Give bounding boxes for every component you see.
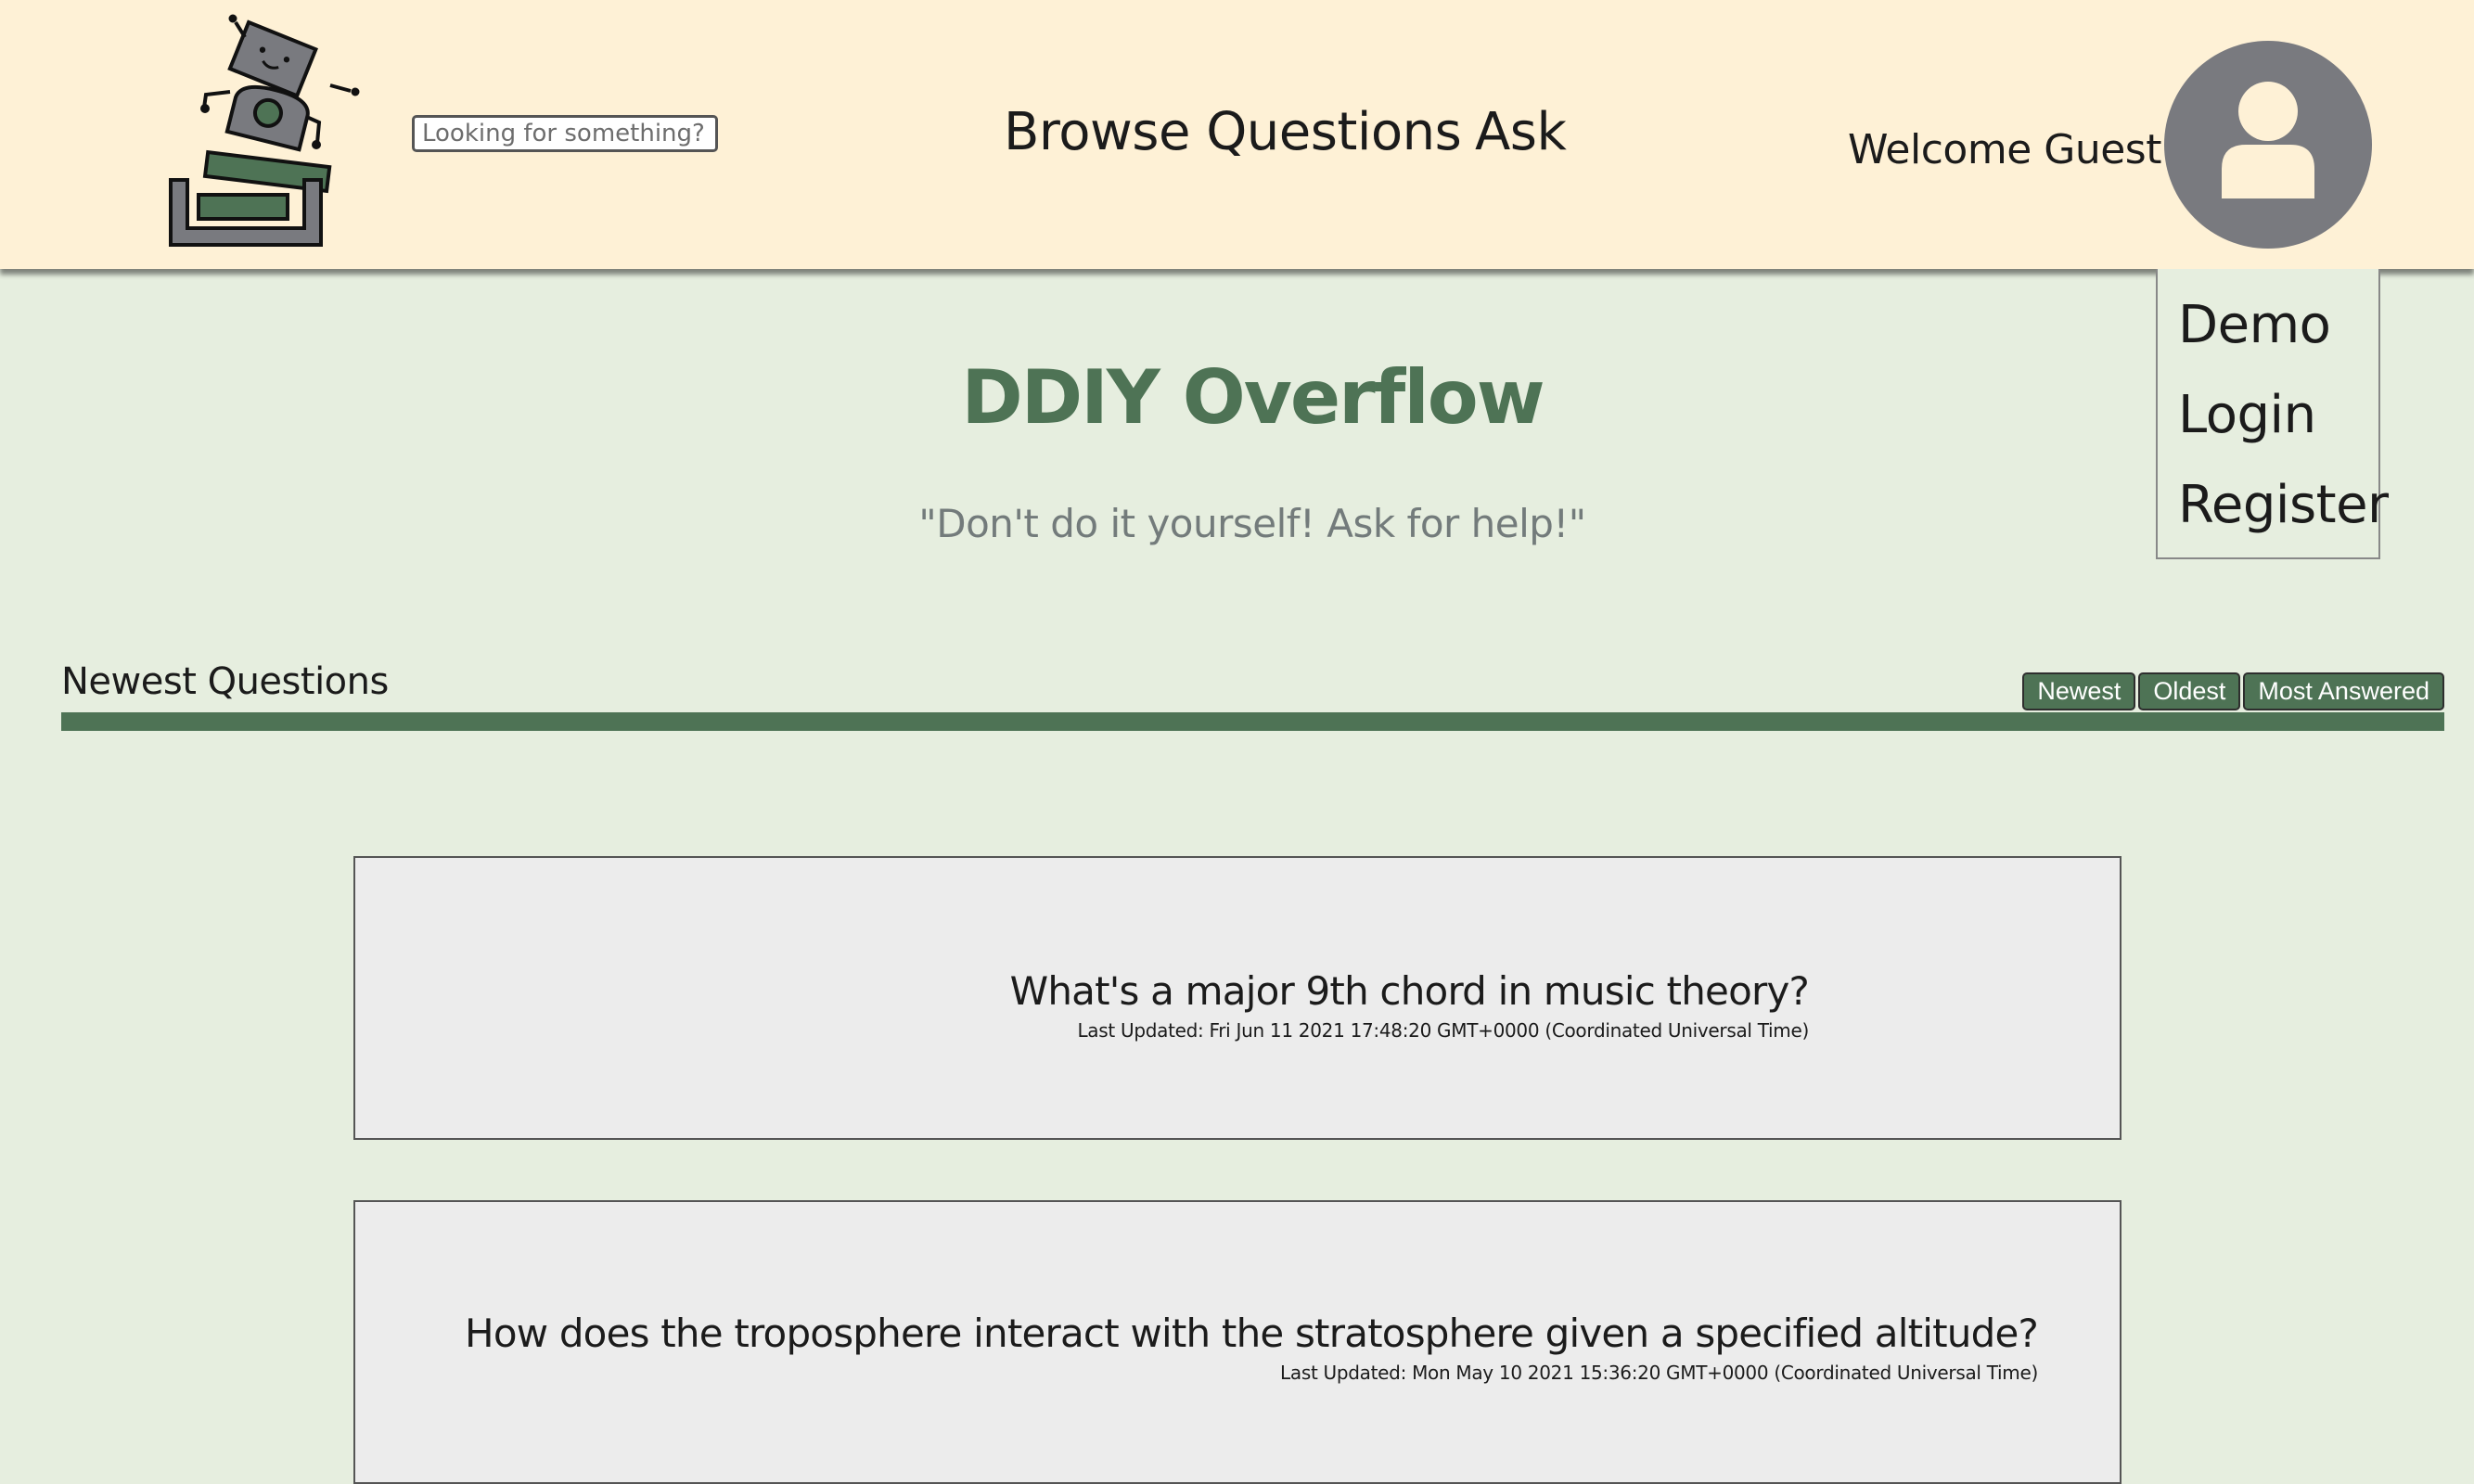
sort-most-answered-button[interactable]: Most Answered (2243, 672, 2444, 710)
page-tagline: "Don't do it yourself! Ask for help!" (918, 501, 1586, 546)
search-input[interactable] (412, 115, 718, 152)
question-title[interactable]: What's a major 9th chord in music theory… (1010, 967, 1810, 1016)
nav-ask[interactable]: Ask (1475, 102, 1567, 162)
sort-newest-button[interactable]: Newest (2022, 672, 2136, 710)
question-updated: Last Updated: Mon May 10 2021 15:36:20 G… (1280, 1362, 2038, 1384)
sort-oldest-button[interactable]: Oldest (2138, 672, 2241, 710)
question-updated: Last Updated: Fri Jun 11 2021 17:48:20 G… (1077, 1019, 1809, 1042)
user-dropdown-menu: Demo Login Register (2156, 269, 2389, 559)
site-header: Browse Questions Ask Welcome Guest! (0, 0, 2474, 269)
welcome-text: Welcome Guest! (1848, 126, 2178, 173)
menu-item-login[interactable]: Login (2178, 385, 2316, 445)
robot-logo-icon[interactable] (165, 13, 369, 254)
question-title[interactable]: How does the troposphere interact with t… (465, 1310, 2039, 1358)
menu-item-demo[interactable]: Demo (2178, 295, 2331, 355)
user-avatar-button[interactable] (2164, 41, 2372, 249)
sort-button-group: Newest Oldest Most Answered (2022, 672, 2444, 710)
section-title: Newest Questions (61, 660, 389, 703)
menu-item-register[interactable]: Register (2178, 475, 2389, 535)
question-card[interactable]: How does the troposphere interact with t… (353, 1200, 2121, 1484)
section-divider (61, 712, 2444, 731)
question-card[interactable]: What's a major 9th chord in music theory… (353, 856, 2121, 1140)
page-title: DDIY Overflow (961, 354, 1545, 441)
nav-browse-questions[interactable]: Browse Questions (1004, 102, 1462, 162)
user-icon (2222, 82, 2314, 198)
